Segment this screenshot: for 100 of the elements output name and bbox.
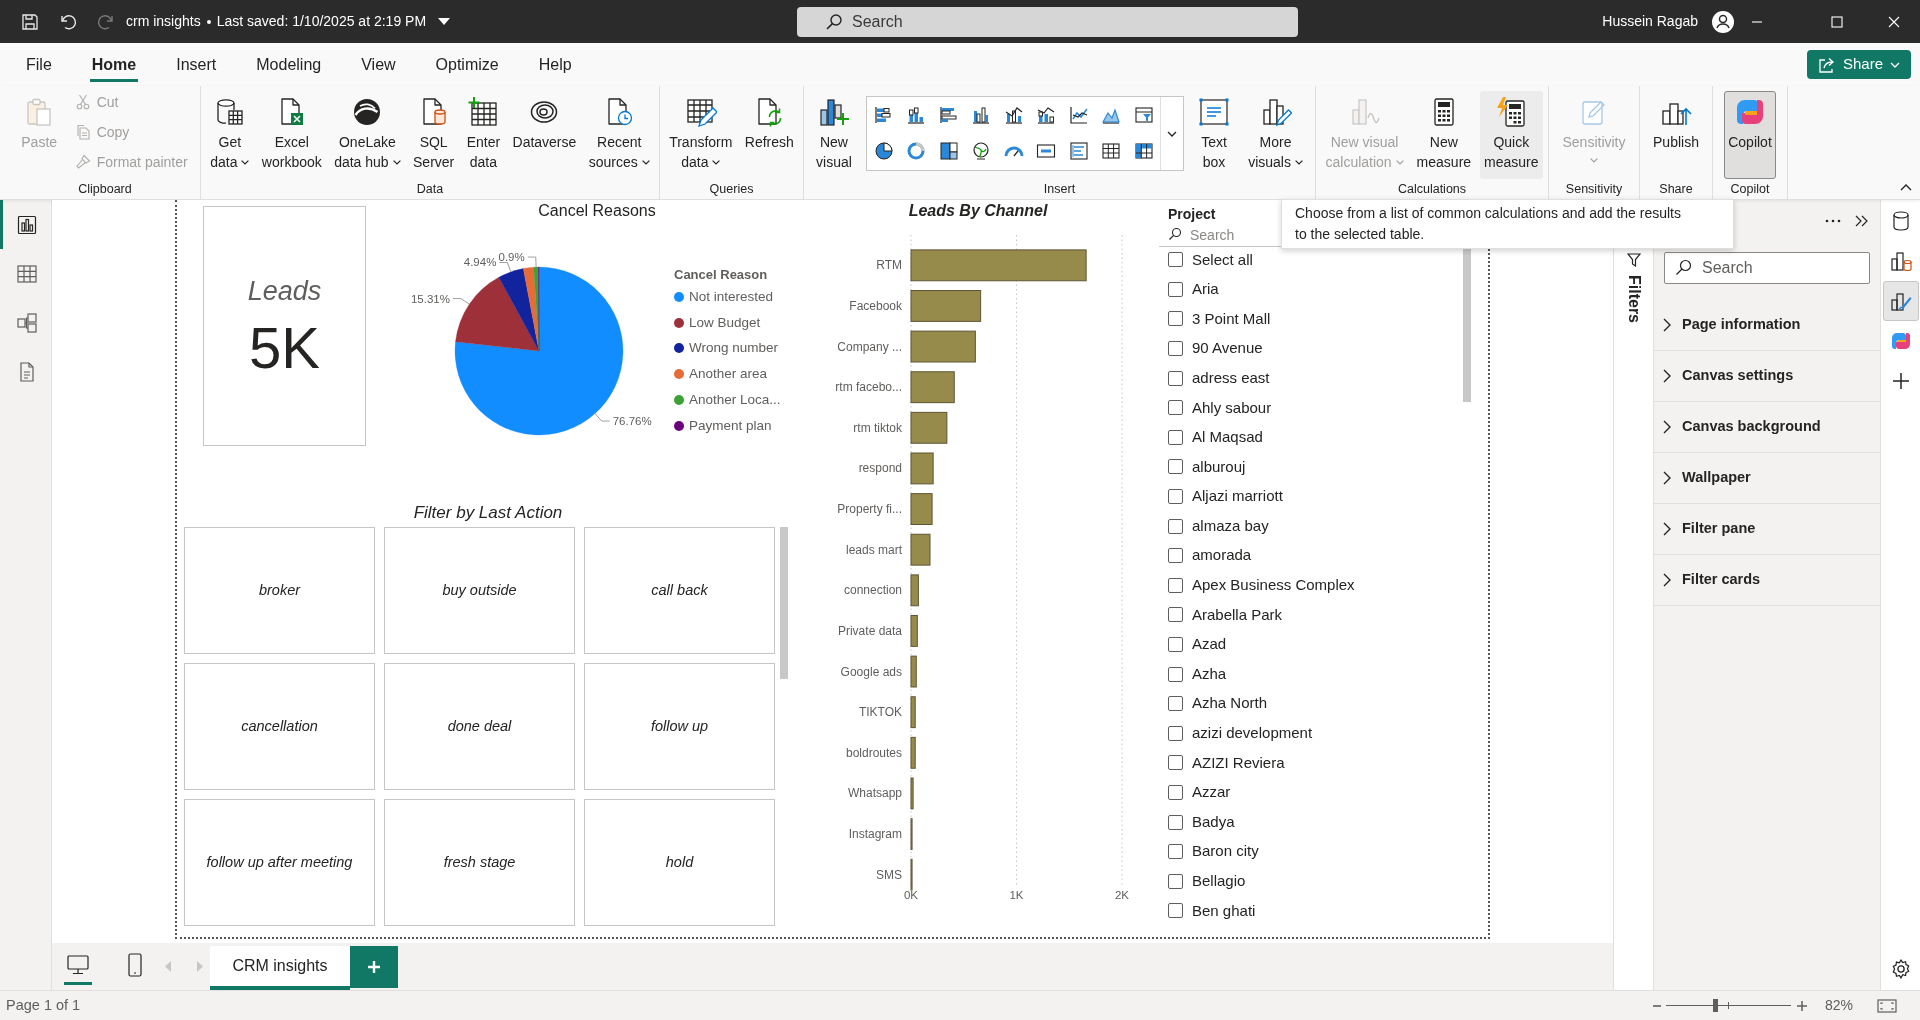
stacked-column-chart-icon[interactable] xyxy=(906,105,927,125)
maximize-icon[interactable] xyxy=(1831,15,1843,28)
scrollbar[interactable] xyxy=(1463,246,1471,402)
ribbon-tab[interactable]: View xyxy=(359,51,398,82)
pie-slice[interactable] xyxy=(455,277,540,352)
fit-page-icon[interactable] xyxy=(1877,998,1897,1013)
checkbox[interactable] xyxy=(1168,785,1183,800)
option-label[interactable]: almaza bay xyxy=(1192,514,1269,538)
ribbon-tab[interactable]: Home xyxy=(89,51,139,82)
bar[interactable] xyxy=(910,249,1087,282)
option-label[interactable]: Al Maqsad xyxy=(1192,426,1263,449)
filter-tile[interactable]: hold xyxy=(584,799,775,926)
filter-tile[interactable]: cancellation xyxy=(184,663,375,790)
option-label[interactable]: Select all xyxy=(1192,248,1253,272)
option-label[interactable]: Aljazi marriott xyxy=(1192,485,1283,508)
bar[interactable] xyxy=(910,615,918,647)
user-avatar-icon[interactable] xyxy=(1712,10,1734,33)
filter-tile[interactable]: fresh stage xyxy=(384,799,575,926)
option-label[interactable]: 3 Point Mall xyxy=(1192,307,1271,331)
ribbon-button[interactable]: SQL Server xyxy=(409,91,459,179)
ribbon-button[interactable]: Get data xyxy=(206,91,254,179)
ribbon-button[interactable]: Copilot xyxy=(1724,91,1776,179)
checkbox[interactable] xyxy=(1168,252,1183,268)
ribbon-tab[interactable]: File xyxy=(24,51,54,82)
treemap-icon[interactable] xyxy=(938,141,959,161)
filter-icon[interactable] xyxy=(1626,253,1641,267)
filter-tile[interactable]: done deal xyxy=(384,663,575,790)
ribbon-button[interactable]: Dataverse xyxy=(508,91,581,179)
checkbox[interactable] xyxy=(1168,607,1183,623)
checkbox[interactable] xyxy=(1168,844,1183,860)
list-card-icon[interactable] xyxy=(1068,141,1089,161)
bar[interactable] xyxy=(910,655,917,688)
bar[interactable] xyxy=(910,493,933,525)
ribbon-button[interactable]: More visuals xyxy=(1244,91,1307,179)
line-column-chart-icon[interactable] xyxy=(1003,105,1024,125)
ribbon-button[interactable]: Transform data xyxy=(665,91,737,179)
filter-tile[interactable]: follow up after meeting xyxy=(184,799,375,926)
checkbox[interactable] xyxy=(1168,548,1183,564)
close-icon[interactable] xyxy=(1888,15,1900,28)
filter-tile[interactable]: follow up xyxy=(584,663,775,790)
bar[interactable] xyxy=(910,736,916,769)
ribbon-button[interactable]: Quick measure xyxy=(1480,91,1543,179)
checkbox[interactable] xyxy=(1168,814,1183,830)
bar[interactable] xyxy=(910,330,976,363)
checkbox[interactable] xyxy=(1168,311,1183,327)
save-icon[interactable] xyxy=(21,12,39,31)
search-field[interactable]: Search xyxy=(1664,252,1870,284)
pie-slice[interactable] xyxy=(498,268,540,352)
checkbox[interactable] xyxy=(1168,903,1183,919)
slider-thumb[interactable] xyxy=(1712,999,1718,1012)
checkbox[interactable] xyxy=(1168,637,1183,652)
pane-button[interactable] xyxy=(1882,281,1919,321)
line-chart-icon[interactable] xyxy=(1068,105,1089,125)
bar[interactable] xyxy=(910,290,982,322)
matrix-icon[interactable] xyxy=(1133,141,1154,161)
plus-icon[interactable] xyxy=(1796,1000,1807,1011)
ribbon-tab[interactable]: Optimize xyxy=(433,51,501,82)
option-label[interactable]: azizi development xyxy=(1192,722,1313,745)
bar[interactable] xyxy=(910,371,955,404)
more-icon[interactable] xyxy=(1825,219,1841,223)
pane-title[interactable]: Filters xyxy=(1623,275,1644,323)
checkbox[interactable] xyxy=(1168,696,1183,712)
option-label[interactable]: Ahly sabour xyxy=(1192,396,1272,419)
settings-icon[interactable] xyxy=(1890,959,1911,979)
table-icon[interactable] xyxy=(1101,141,1122,161)
scrollbar[interactable] xyxy=(780,527,788,679)
ribbon-button[interactable]: Publish xyxy=(1649,91,1703,179)
option-label[interactable]: Azha xyxy=(1192,662,1227,686)
checkbox[interactable] xyxy=(1168,577,1183,593)
ribbon-button[interactable]: Refresh xyxy=(740,91,798,179)
checkbox[interactable] xyxy=(1168,281,1183,297)
clustered-bar-chart-icon[interactable] xyxy=(938,105,959,125)
line-stacked-column-chart-icon[interactable] xyxy=(1036,105,1057,125)
filter-tile[interactable]: broker xyxy=(184,527,375,654)
bar[interactable] xyxy=(910,533,931,566)
share-button[interactable]: Share xyxy=(1807,50,1911,79)
option-label[interactable]: Ben ghati xyxy=(1192,899,1256,923)
card-icon[interactable] xyxy=(1036,141,1057,161)
funnel-icon[interactable] xyxy=(1133,105,1154,125)
ribbon-button[interactable]: OneLake data hub xyxy=(330,91,405,179)
search-field[interactable]: Search xyxy=(797,6,1298,37)
checkbox[interactable] xyxy=(1168,725,1183,741)
option-label[interactable]: 90 Avenue xyxy=(1192,337,1263,360)
checkbox[interactable] xyxy=(1168,755,1183,771)
option-label[interactable]: Baron city xyxy=(1192,840,1259,863)
checkbox[interactable] xyxy=(1168,429,1183,445)
filter-tile[interactable]: call back xyxy=(584,527,775,654)
option-label[interactable]: AZIZI Reviera xyxy=(1192,751,1285,775)
option-label[interactable]: Bellagio xyxy=(1192,870,1246,893)
bar[interactable] xyxy=(910,777,914,810)
page-tab[interactable]: CRM insights xyxy=(210,946,350,990)
checkbox[interactable] xyxy=(1168,400,1183,416)
plus-icon[interactable] xyxy=(1891,372,1910,390)
checkbox[interactable] xyxy=(1168,370,1183,386)
clustered-column-chart-icon[interactable] xyxy=(971,105,992,125)
option-label[interactable]: Apex Business Complex xyxy=(1192,574,1355,597)
bar[interactable] xyxy=(910,858,913,891)
donut-chart-icon[interactable] xyxy=(906,141,927,161)
option-label[interactable]: alburouj xyxy=(1192,455,1246,479)
ribbon-button[interactable]: Recent sources xyxy=(584,91,654,179)
